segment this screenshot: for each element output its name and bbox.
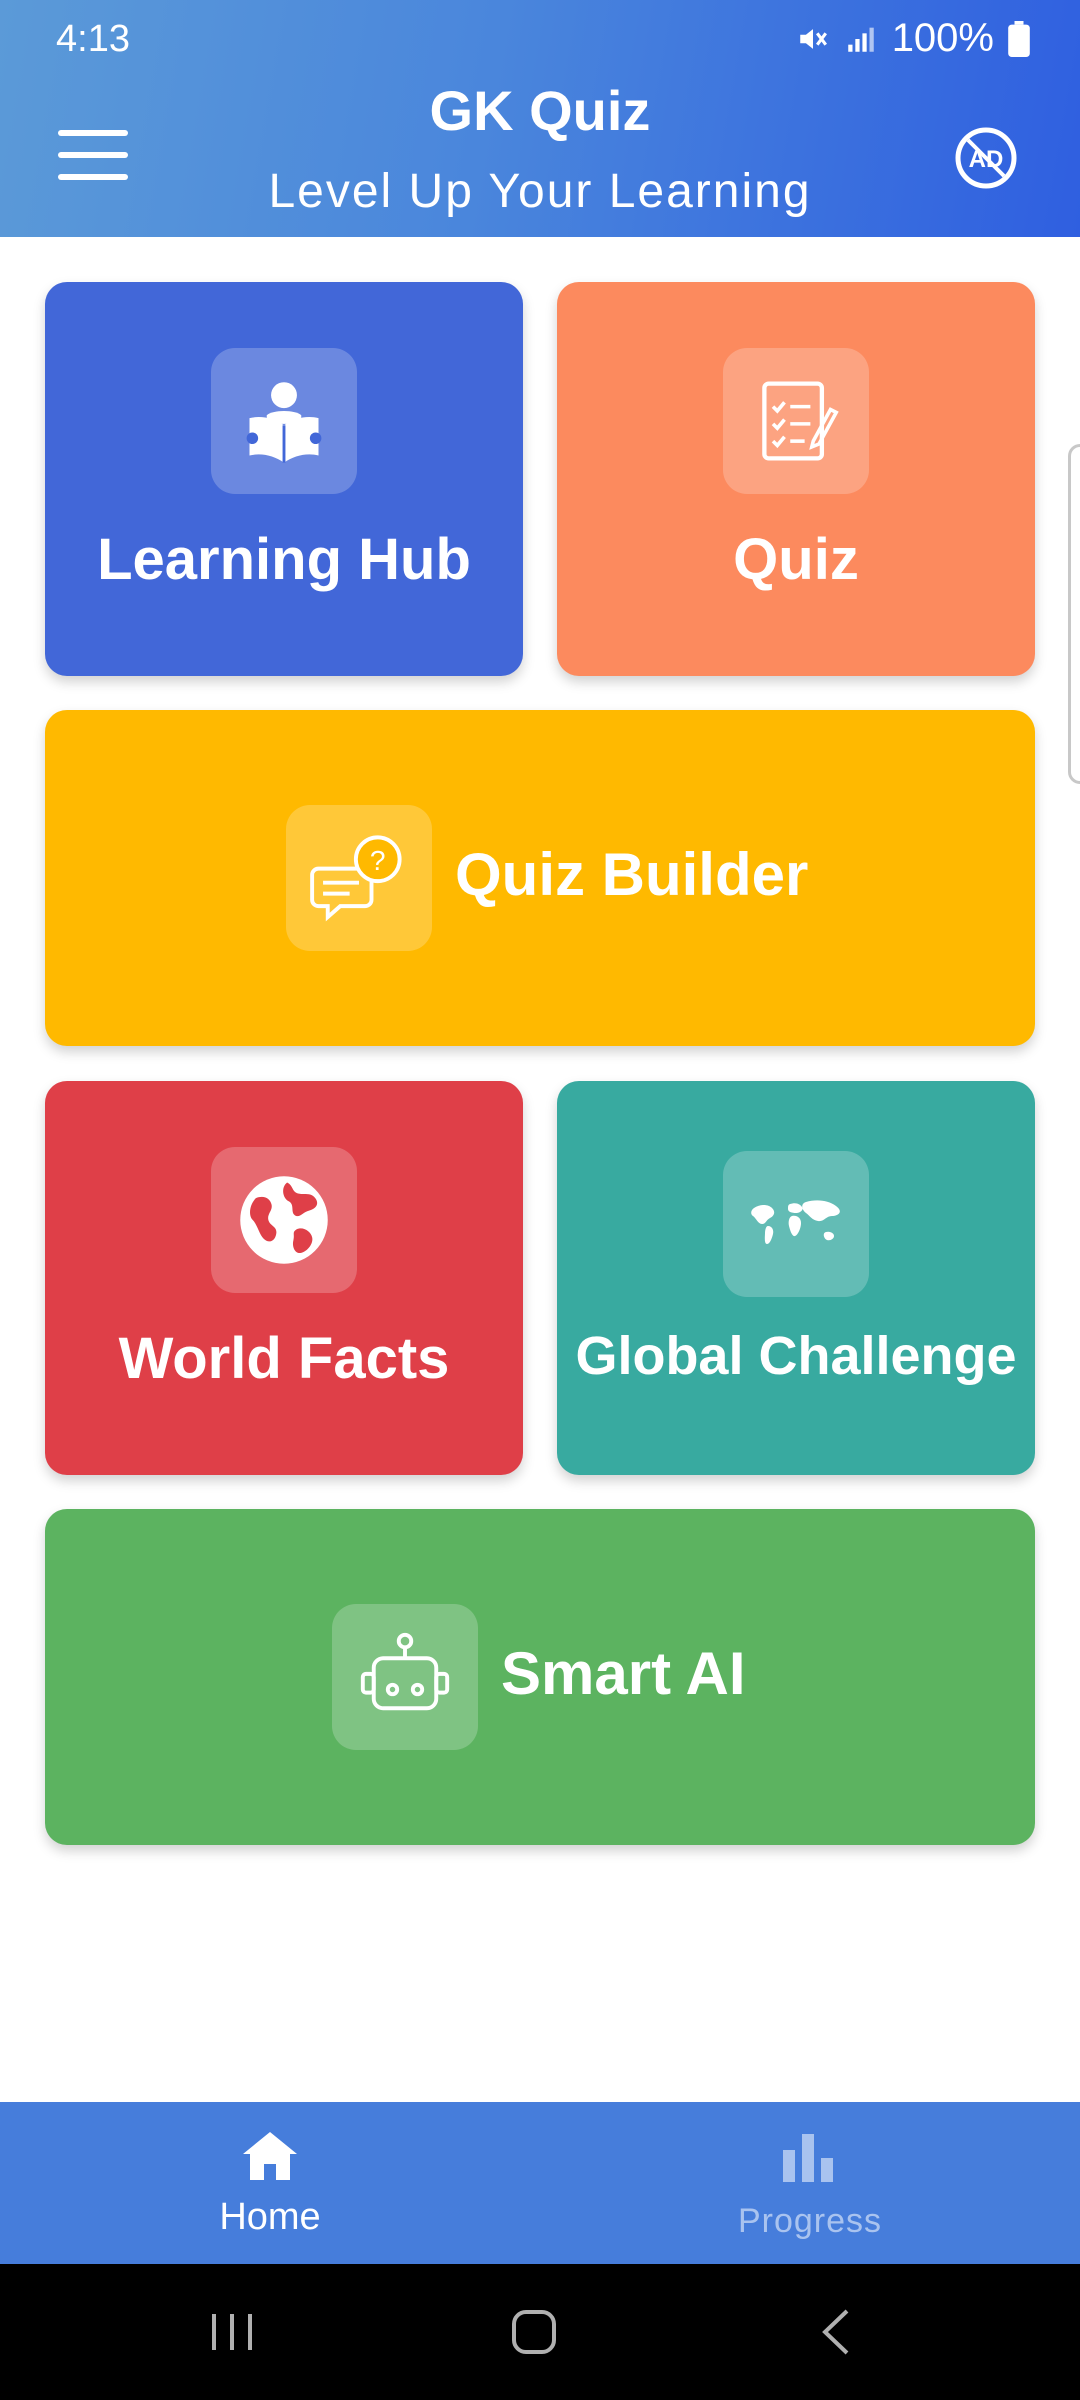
nav-item-progress[interactable]: Progress [540,2102,1080,2264]
back-button[interactable] [736,2264,936,2400]
tile-label: World Facts [118,1326,450,1391]
tile-quiz[interactable]: Quiz [557,282,1035,676]
icon-box [211,1147,357,1293]
globe-icon [240,1176,328,1264]
system-home-button[interactable] [434,2264,634,2400]
home-square-icon [512,2310,556,2354]
recent-apps-icon [212,2314,252,2350]
svg-text:?: ? [370,845,386,876]
app-subtitle: Level Up Your Learning [268,165,812,218]
system-navigation-bar [0,2264,1080,2400]
tile-learning-hub[interactable]: Learning Hub [45,282,523,676]
tile-world-facts[interactable]: World Facts [45,1081,523,1475]
recent-apps-button[interactable] [132,2264,332,2400]
tile-label: Smart AI [501,1640,746,1707]
icon-box: ? [286,805,432,951]
tile-label: Global Challenge [575,1326,1017,1386]
home-icon [243,2132,297,2180]
status-time: 4:13 [56,18,130,60]
tile-label: Quiz Builder [455,841,809,908]
world-map-icon [751,1200,840,1244]
app-header: 4:13 100% GK Quiz Level Up Your Learning… [0,0,1080,237]
signal-icon [847,27,874,52]
checklist-document-icon [762,381,839,461]
icon-box [723,348,869,494]
tile-smart-ai[interactable]: Smart AI [45,1509,1035,1845]
nav-item-home[interactable]: Home [0,2102,540,2264]
reading-person-icon [246,382,322,463]
app-title: GK Quiz [429,79,651,142]
nav-label-home: Home [219,2196,321,2238]
bar-chart-icon [783,2134,833,2182]
status-icons: 100% [796,16,1030,61]
remove-ads-icon[interactable]: AD [954,126,1018,190]
robot-icon [360,1632,450,1711]
tile-global-challenge[interactable]: Global Challenge [557,1081,1035,1475]
back-chevron-icon [822,2309,849,2355]
battery-percent: 100% [891,16,994,60]
icon-box [211,348,357,494]
nav-label-progress: Progress [737,2202,883,2240]
icon-box [723,1151,869,1297]
tile-quiz-builder[interactable]: ? Quiz Builder [45,710,1035,1046]
mute-icon [799,28,827,49]
question-chat-icon: ? [310,835,402,922]
tile-label: Quiz [733,527,859,592]
battery-icon [1008,20,1030,57]
icon-box [332,1604,478,1750]
bottom-navigation: Home Progress [0,2102,1080,2264]
edge-panel-handle[interactable] [1068,444,1080,784]
tile-label: Learning Hub [97,527,471,592]
